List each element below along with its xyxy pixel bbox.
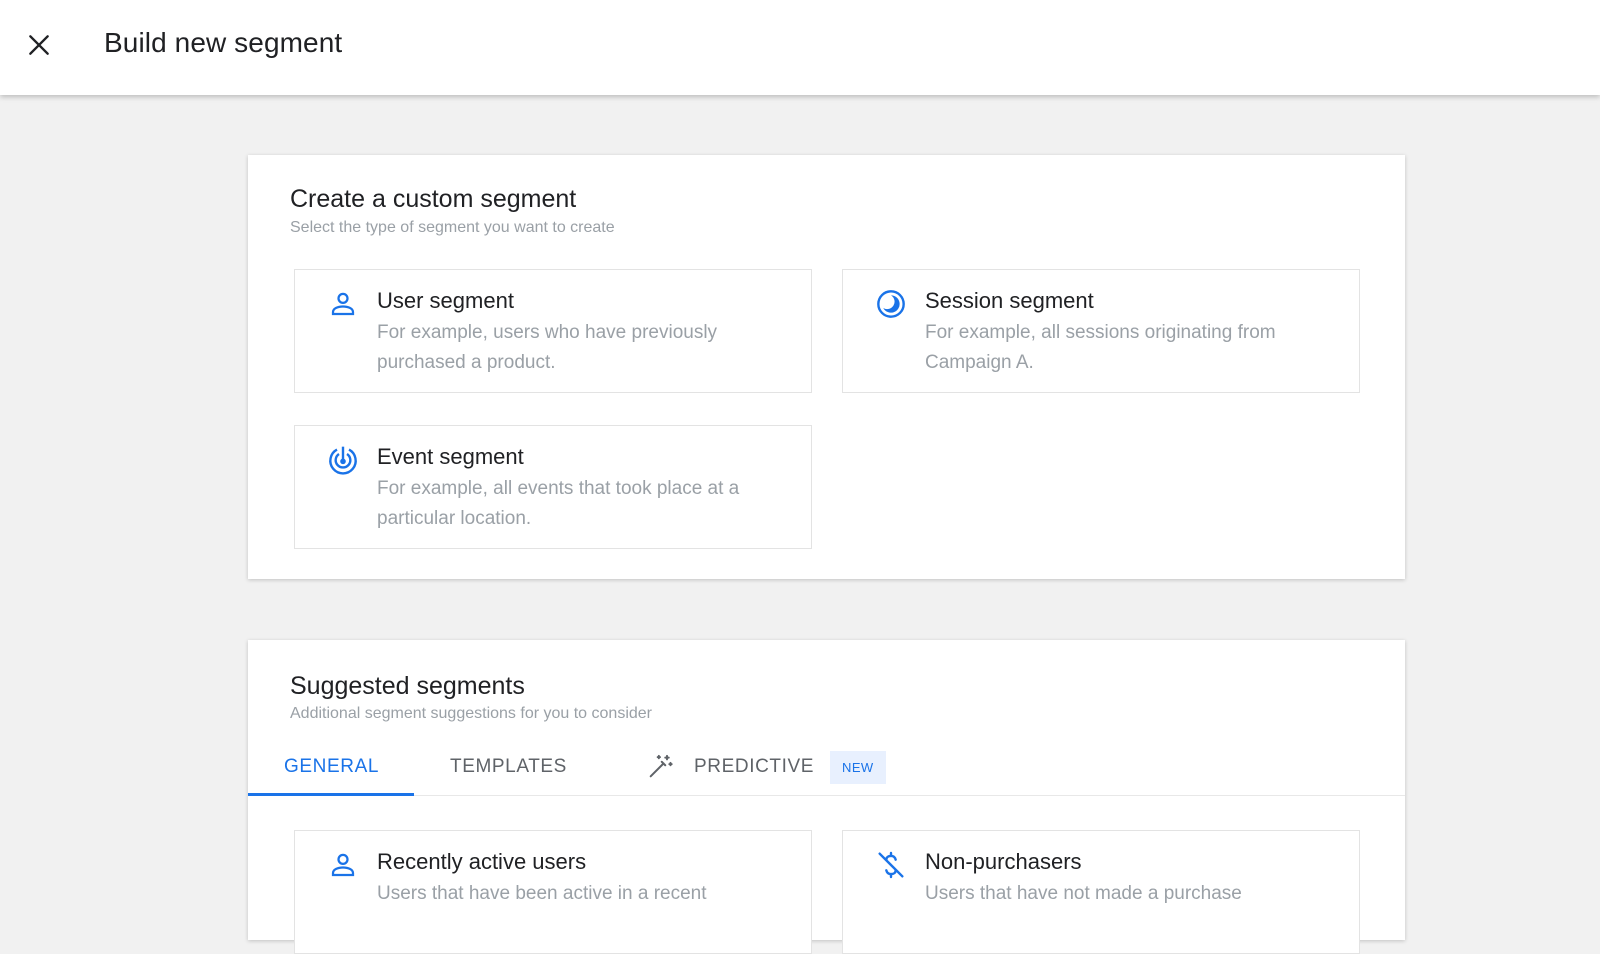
option-description: For example, all events that took place … — [377, 478, 740, 529]
option-description: Users that have been active in a recent — [377, 883, 707, 904]
segment-tabs: GENERAL TEMPLATES PREDICTIVE NEW — [248, 738, 1405, 796]
top-app-bar: Build new segment — [0, 0, 1600, 95]
option-description: Users that have not made a purchase — [925, 883, 1242, 904]
option-title: Recently active users — [377, 849, 587, 874]
active-tab-indicator — [248, 793, 414, 796]
session-icon — [875, 288, 907, 320]
no-purchase-icon — [875, 849, 907, 881]
option-title: Non-purchasers — [925, 849, 1082, 874]
card-subtitle: Additional segment suggestions for you t… — [290, 705, 652, 722]
non-purchasers-option[interactable]: Non-purchasers Users that have not made … — [842, 830, 1360, 954]
card-subtitle: Select the type of segment you want to c… — [290, 219, 615, 236]
magic-wand-icon — [646, 753, 674, 781]
tab-label: TEMPLATES — [450, 756, 567, 777]
person-icon — [327, 849, 359, 881]
tab-templates[interactable]: TEMPLATES — [450, 738, 567, 796]
tab-label: GENERAL — [284, 756, 380, 777]
recently-active-users-option[interactable]: Recently active users Users that have be… — [294, 830, 812, 954]
card-title: Suggested segments — [290, 672, 525, 700]
tab-predictive[interactable]: PREDICTIVE NEW — [646, 738, 886, 796]
event-icon — [327, 444, 359, 476]
card-title: Create a custom segment — [290, 185, 577, 213]
option-title: Event segment — [377, 444, 524, 469]
option-title: User segment — [377, 288, 514, 313]
suggested-segments-card: Suggested segments Additional segment su… — [248, 640, 1405, 954]
user-segment-option[interactable]: User segment For example, users who have… — [294, 269, 812, 393]
option-title: Session segment — [925, 288, 1094, 313]
option-description: For example, users who have previously p… — [377, 322, 718, 373]
custom-segment-card: Create a custom segment Select the type … — [248, 155, 1405, 579]
new-badge: NEW — [830, 750, 886, 784]
page-title: Build new segment — [104, 27, 343, 58]
event-segment-option[interactable]: Event segment For example, all events th… — [294, 425, 812, 549]
option-description: For example, all sessions originating fr… — [925, 322, 1276, 373]
close-icon[interactable] — [22, 28, 56, 62]
tab-general[interactable]: GENERAL — [284, 738, 379, 796]
person-icon — [327, 288, 359, 320]
tab-label: PREDICTIVE — [694, 756, 815, 777]
session-segment-option[interactable]: Session segment For example, all session… — [842, 269, 1360, 393]
